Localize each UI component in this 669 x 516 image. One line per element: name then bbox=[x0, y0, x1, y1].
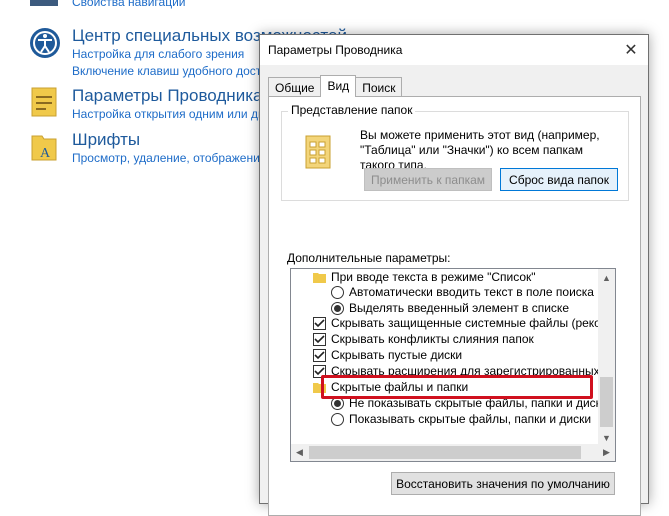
tree-item-checkbox[interactable]: Скрывать защищенные системные файлы (рек… bbox=[313, 315, 616, 331]
red-highlight-frame bbox=[321, 375, 593, 399]
ease-of-access-icon bbox=[30, 28, 60, 58]
explorer-options-dialog: Параметры Проводника ✕ Общие Вид Поиск П… bbox=[259, 34, 649, 516]
tree-item: При вводе текста в режиме "Список" bbox=[313, 269, 536, 285]
folder-views-group: Представление папок Вы можете применить … bbox=[281, 103, 629, 201]
close-icon[interactable]: ✕ bbox=[620, 39, 642, 61]
tab-general[interactable]: Общие bbox=[268, 77, 322, 97]
scroll-right-icon[interactable]: ▶ bbox=[598, 444, 615, 461]
horizontal-scrollbar[interactable]: ◀ ▶ bbox=[291, 444, 615, 461]
tree-item-checkbox[interactable]: Скрывать конфликты слияния папок bbox=[313, 331, 534, 347]
reset-folders-button[interactable]: Сброс вида папок bbox=[500, 168, 618, 191]
folder-options-icon bbox=[31, 87, 57, 117]
radio-unchecked[interactable] bbox=[331, 412, 344, 426]
tree-item-label: Показывать скрытые файлы, папки и диски bbox=[349, 412, 592, 426]
tree-item-label: Выделять введенный элемент в списке bbox=[349, 301, 569, 315]
folder-view-icon bbox=[305, 135, 331, 169]
check-icon[interactable] bbox=[313, 316, 326, 330]
tree-item-label: Скрывать пустые диски bbox=[331, 348, 463, 362]
dialog-titlebar[interactable]: Параметры Проводника bbox=[260, 35, 648, 65]
nav-icon-partial bbox=[30, 0, 58, 6]
tree-item-checkbox[interactable]: Скрывать пустые диски bbox=[313, 347, 462, 363]
advanced-settings-label: Дополнительные параметры: bbox=[287, 251, 451, 265]
view-tab-panel: Представление папок Вы можете применить … bbox=[268, 96, 641, 516]
tab-strip: Общие Вид Поиск bbox=[268, 75, 403, 97]
folder-views-label: Представление папок bbox=[288, 103, 416, 117]
svg-text:A: A bbox=[40, 146, 51, 161]
folder-views-description: Вы можете применить этот вид (например, … bbox=[360, 128, 600, 172]
tree-item-radio[interactable]: Автоматически вводить текст в поле поиск… bbox=[331, 284, 594, 300]
tree-item-label: Автоматически вводить текст в поле поиск… bbox=[349, 285, 594, 299]
tree-item-label: При вводе текста в режиме "Список" bbox=[331, 270, 536, 284]
tree-item-label: Скрывать конфликты слияния папок bbox=[331, 332, 534, 346]
tab-view[interactable]: Вид bbox=[320, 75, 357, 97]
vertical-scrollbar[interactable]: ▲ ▼ bbox=[598, 269, 615, 446]
tree-item-label: Скрывать защищенные системные файлы (рек… bbox=[331, 316, 616, 330]
tab-search[interactable]: Поиск bbox=[355, 77, 403, 97]
scroll-up-icon[interactable]: ▲ bbox=[598, 269, 615, 286]
folder-icon bbox=[313, 272, 326, 283]
top-partial-link[interactable]: Свойства навигации bbox=[72, 0, 185, 11]
advanced-settings-tree: При вводе текста в режиме "Список" Автом… bbox=[290, 268, 616, 462]
tree-item-radio-show-hidden[interactable]: Показывать скрытые файлы, папки и диски bbox=[331, 411, 591, 427]
radio-unchecked[interactable] bbox=[331, 285, 344, 299]
check-icon[interactable] bbox=[313, 332, 326, 346]
horizontal-scroll-thumb[interactable] bbox=[309, 446, 581, 459]
check-icon[interactable] bbox=[313, 348, 326, 362]
tree-item-radio[interactable]: Выделять введенный элемент в списке bbox=[331, 300, 569, 316]
scroll-left-icon[interactable]: ◀ bbox=[291, 444, 308, 461]
vertical-scroll-thumb[interactable] bbox=[600, 377, 613, 427]
dialog-title: Параметры Проводника bbox=[268, 43, 403, 57]
restore-defaults-button[interactable]: Восстановить значения по умолчанию bbox=[391, 472, 615, 495]
radio-checked[interactable] bbox=[331, 301, 344, 315]
fonts-folder-icon: A bbox=[31, 135, 57, 161]
apply-to-folders-button[interactable]: Применить к папкам bbox=[364, 168, 492, 191]
